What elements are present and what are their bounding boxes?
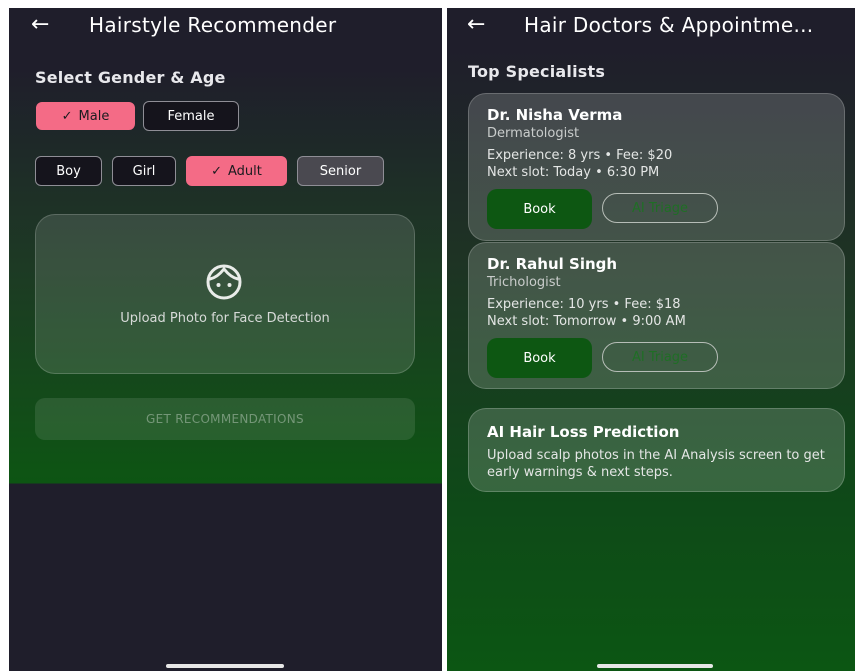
chip-label: Senior xyxy=(319,163,362,179)
doctor-name: Dr. Nisha Verma xyxy=(487,106,623,124)
doctor-details: Experience: 8 yrs • Fee: $20 xyxy=(487,148,673,163)
doctor-specialty: Dermatologist xyxy=(487,126,580,141)
get-recommendations-button[interactable]: GET RECOMMENDATIONS xyxy=(35,398,415,440)
chip-girl[interactable]: Girl xyxy=(112,156,176,186)
doctor-next-slot: Next slot: Tomorrow • 9:00 AM xyxy=(487,314,686,329)
doctor-card: Dr. Rahul Singh Trichologist Experience:… xyxy=(468,242,845,389)
hair-loss-prediction-card[interactable]: AI Hair Loss Prediction Upload scalp pho… xyxy=(468,408,845,492)
page-title: Hairstyle Recommender xyxy=(89,13,337,37)
chip-label: Male xyxy=(78,108,110,124)
prediction-description: Upload scalp photos in the AI Analysis s… xyxy=(487,448,825,480)
check-icon: ✓ xyxy=(61,108,73,124)
chip-senior[interactable]: Senior xyxy=(297,156,384,186)
doctor-next-slot: Next slot: Today • 6:30 PM xyxy=(487,165,660,180)
doctor-card: Dr. Nisha Verma Dermatologist Experience… xyxy=(468,93,845,241)
check-icon: ✓ xyxy=(211,163,223,179)
ai-triage-button[interactable]: AI Triage xyxy=(602,342,718,372)
hair-doctors-screen: ← Hair Doctors & Appointme... Top Specia… xyxy=(447,8,855,671)
chip-label: Female xyxy=(167,108,215,124)
app-bar: ← Hair Doctors & Appointme... xyxy=(447,8,855,48)
chip-label: Adult xyxy=(228,163,262,179)
ai-triage-button[interactable]: AI Triage xyxy=(602,193,718,223)
home-indicator xyxy=(597,664,713,668)
doctor-details: Experience: 10 yrs • Fee: $18 xyxy=(487,297,681,312)
app-bar: ← Hairstyle Recommender xyxy=(9,8,442,48)
book-button[interactable]: Book xyxy=(487,338,592,378)
prediction-title: AI Hair Loss Prediction xyxy=(487,423,680,441)
chip-adult[interactable]: ✓ Adult xyxy=(186,156,287,186)
back-arrow-icon[interactable]: ← xyxy=(467,10,485,40)
face-icon xyxy=(206,264,242,300)
doctor-name: Dr. Rahul Singh xyxy=(487,255,618,273)
chip-female[interactable]: Female xyxy=(143,101,239,131)
book-button[interactable]: Book xyxy=(487,189,592,229)
chip-label: Girl xyxy=(132,163,156,179)
home-indicator xyxy=(166,664,284,668)
page-title: Hair Doctors & Appointme... xyxy=(524,13,814,37)
upload-label: Upload Photo for Face Detection xyxy=(120,311,330,326)
section-title: Select Gender & Age xyxy=(35,68,226,87)
chip-label: Boy xyxy=(56,163,81,179)
section-title: Top Specialists xyxy=(468,62,606,81)
hairstyle-recommender-screen: ← Hairstyle Recommender Select Gender & … xyxy=(9,8,442,671)
chip-boy[interactable]: Boy xyxy=(35,156,102,186)
doctor-specialty: Trichologist xyxy=(487,275,561,290)
back-arrow-icon[interactable]: ← xyxy=(31,10,49,40)
upload-photo-card[interactable]: Upload Photo for Face Detection xyxy=(35,214,415,374)
chip-male[interactable]: ✓ Male xyxy=(36,102,135,130)
